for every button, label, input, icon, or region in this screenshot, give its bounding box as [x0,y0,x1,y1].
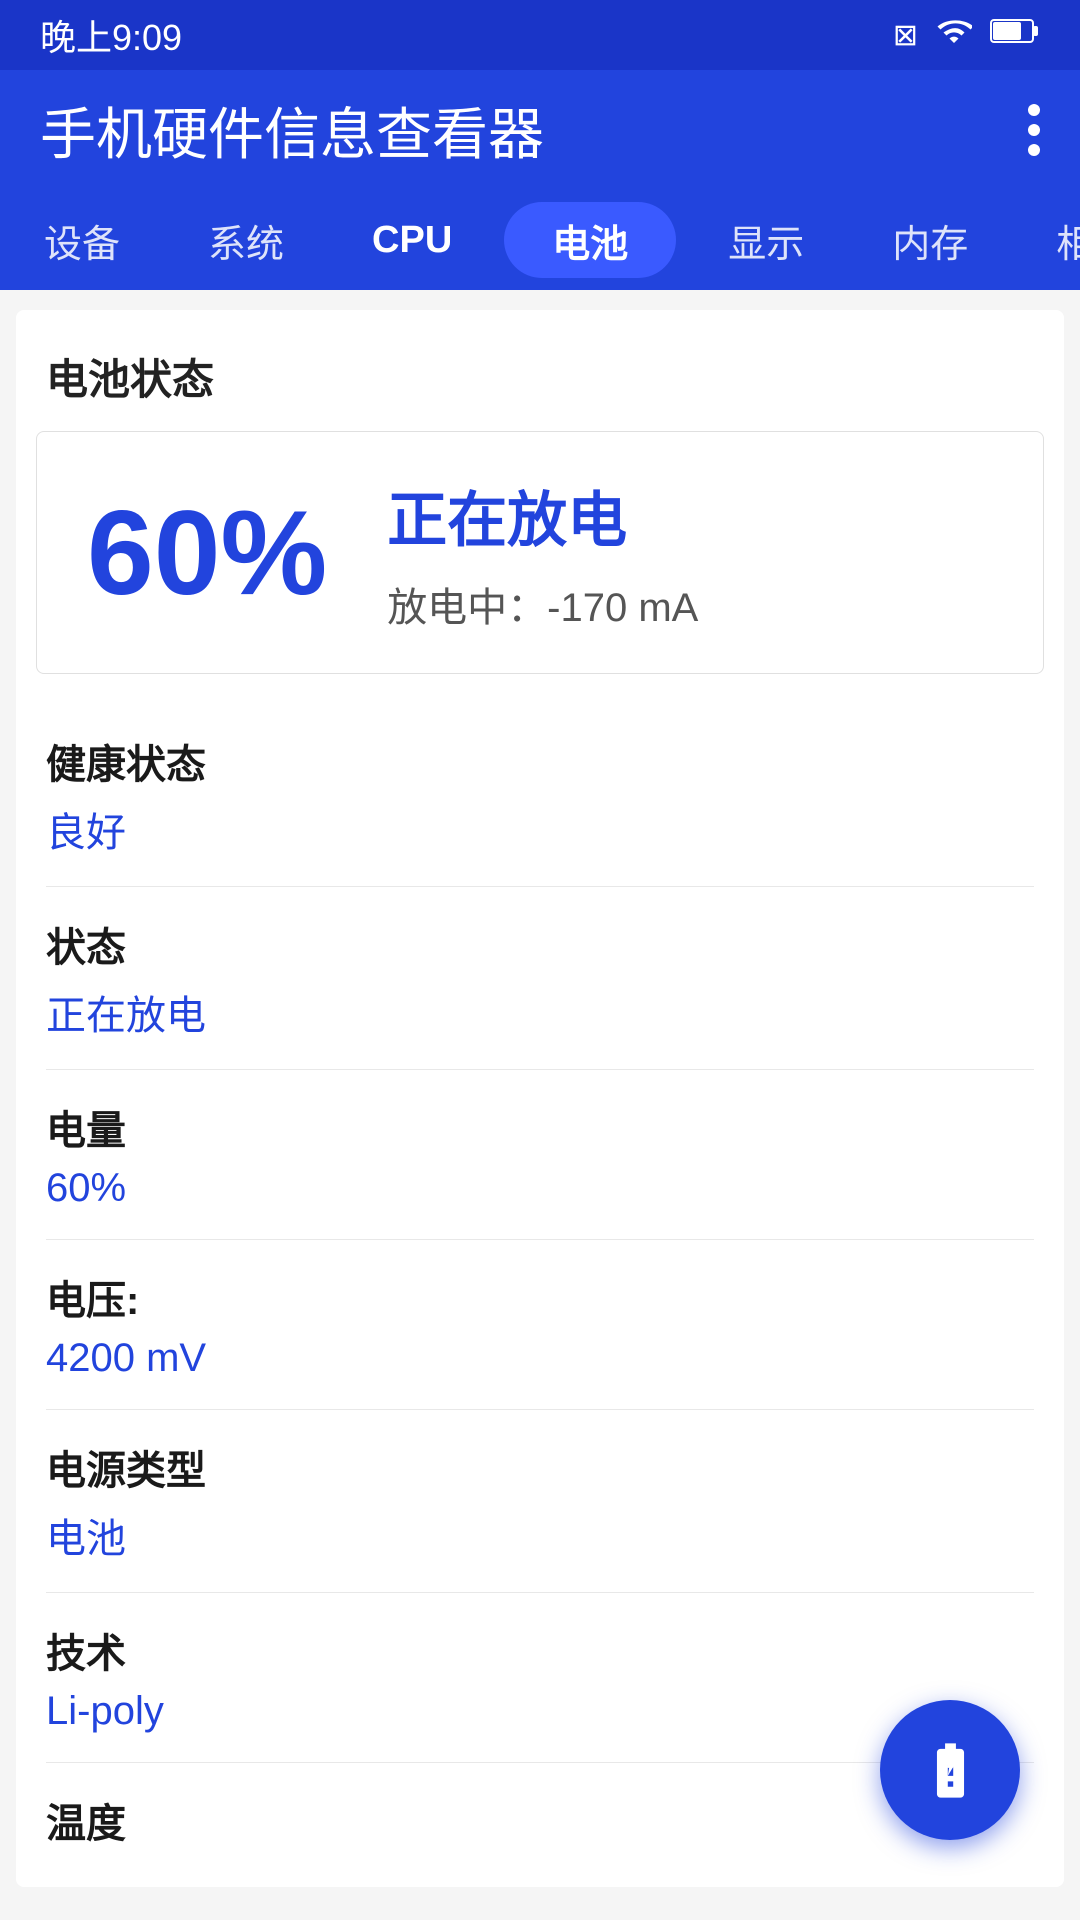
list-item: 状态 正在放电 [46,887,1034,1070]
info-value-level: 60% [46,1166,1034,1211]
battery-current: 放电中：-170 mA [387,575,698,633]
info-label-power-type: 电源类型 [46,1438,1034,1496]
battery-summary-card: 60% 正在放电 放电中：-170 mA [36,431,1044,674]
info-label-voltage: 电压: [46,1268,1034,1326]
info-value-status: 正在放电 [46,983,1034,1041]
more-menu-button[interactable] [1028,104,1040,156]
info-value-voltage: 4200 mV [46,1336,1034,1381]
status-time: 晚上9:09 [40,9,182,61]
list-item: 电压: 4200 mV [46,1240,1034,1410]
list-item: 健康状态 良好 [46,704,1034,887]
tab-cpu[interactable]: CPU [328,190,496,290]
battery-status-icon [990,16,1040,54]
battery-status-right: 正在放电 放电中：-170 mA [387,472,698,633]
battery-status-label: 正在放电 [387,472,698,559]
main-content: 电池状态 60% 正在放电 放电中：-170 mA 健康状态 良好 状态 正在放… [16,310,1064,1887]
tab-memory[interactable]: 内存 [848,190,1012,290]
tab-device[interactable]: 设备 [0,190,164,290]
close-icon: ⊠ [893,18,918,53]
list-item: 电量 60% [46,1070,1034,1240]
dot2 [1028,124,1040,136]
battery-fab-icon [918,1738,983,1803]
tab-bar: 设备 系统 CPU 电池 显示 内存 相 [0,190,1080,290]
battery-percent-display: 60% [87,484,327,622]
info-label-health: 健康状态 [46,732,1034,790]
dot1 [1028,104,1040,116]
battery-fab-button[interactable] [880,1700,1020,1840]
info-value-health: 良好 [46,800,1034,858]
app-title: 手机硬件信息查看器 [40,90,544,171]
info-label-tech: 技术 [46,1621,1034,1679]
dot3 [1028,144,1040,156]
info-label-level: 电量 [46,1098,1034,1156]
tab-display[interactable]: 显示 [684,190,848,290]
info-label-status: 状态 [46,915,1034,973]
list-item: 技术 Li-poly [46,1593,1034,1763]
info-value-power-type: 电池 [46,1506,1034,1564]
battery-info-list: 健康状态 良好 状态 正在放电 电量 60% 电压: 4200 mV 电源类型 … [16,704,1064,1887]
section-title: 电池状态 [16,310,1064,431]
list-item: 电源类型 电池 [46,1410,1034,1593]
tab-camera[interactable]: 相 [1012,190,1080,290]
app-bar: 手机硬件信息查看器 [0,70,1080,190]
status-bar: 晚上9:09 ⊠ [0,0,1080,70]
tab-battery[interactable]: 电池 [504,202,676,278]
status-icons: ⊠ [893,13,1040,57]
tab-system[interactable]: 系统 [164,190,328,290]
info-value-tech: Li-poly [46,1689,1034,1734]
wifi-icon [936,13,972,57]
